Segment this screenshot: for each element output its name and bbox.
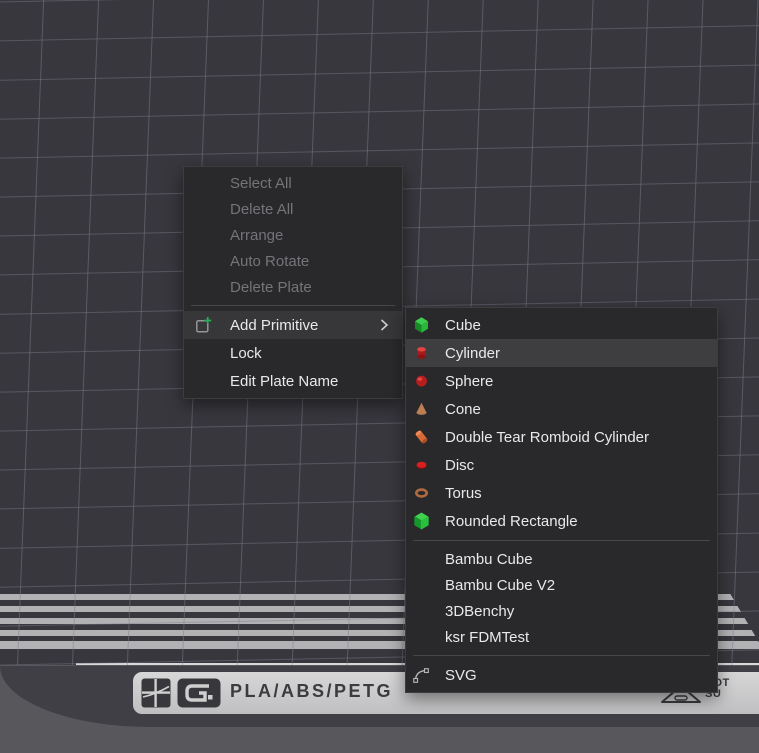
rounded-rectangle-icon bbox=[413, 513, 430, 530]
menu-item-torus[interactable]: Torus bbox=[406, 479, 717, 507]
menu-item-label: Edit Plate Name bbox=[230, 373, 338, 390]
menu-item-double-tear-romboid-cylinder[interactable]: Double Tear Romboid Cylinder bbox=[406, 423, 717, 451]
menu-item-svg[interactable]: SVG bbox=[406, 661, 717, 689]
menu-item-label: SVG bbox=[445, 667, 477, 684]
menu-item-label: Add Primitive bbox=[230, 317, 318, 334]
menu-item-label: ksr FDMTest bbox=[445, 629, 529, 646]
menu-item-cube[interactable]: Cube bbox=[406, 311, 717, 339]
menu-item-label: Delete Plate bbox=[230, 279, 312, 296]
menu-item-label: Bambu Cube V2 bbox=[445, 577, 555, 594]
menu-item-disc[interactable]: Disc bbox=[406, 451, 717, 479]
menu-item-label: Select All bbox=[230, 175, 292, 192]
menu-item-label: Disc bbox=[445, 457, 474, 474]
menu-item-bambu-cube-v2[interactable]: Bambu Cube V2 bbox=[406, 572, 717, 598]
menu-separator bbox=[413, 540, 710, 541]
add-primitive-icon bbox=[195, 316, 213, 334]
menu-item-delete-plate: Delete Plate bbox=[184, 274, 402, 300]
cube-icon bbox=[413, 317, 430, 334]
svg-curve-icon bbox=[413, 667, 430, 684]
menu-item-label: Arrange bbox=[230, 227, 283, 244]
cone-icon bbox=[413, 401, 430, 418]
menu-item-ksr-fdmtest[interactable]: ksr FDMTest bbox=[406, 624, 717, 650]
menu-item-label: 3DBenchy bbox=[445, 603, 514, 620]
disc-icon bbox=[413, 457, 430, 474]
menu-item-cylinder[interactable]: Cylinder bbox=[406, 339, 717, 367]
double-tear-romboid-cylinder-icon bbox=[413, 429, 430, 446]
plate-material-label: PLA/ABS/PETG bbox=[230, 681, 393, 702]
menu-item-label: Delete All bbox=[230, 201, 293, 218]
menu-item-arrange: Arrange bbox=[184, 222, 402, 248]
viewport-3d[interactable]: PLA/ABS/PETG HOT SU Select AllDelete All… bbox=[0, 0, 759, 753]
menu-item-lock[interactable]: Lock bbox=[184, 339, 402, 367]
menu-item-label: Double Tear Romboid Cylinder bbox=[445, 429, 649, 446]
menu-item-label: Auto Rotate bbox=[230, 253, 309, 270]
menu-separator bbox=[191, 305, 395, 306]
menu-item-delete-all: Delete All bbox=[184, 196, 402, 222]
menu-item-edit-plate-name[interactable]: Edit Plate Name bbox=[184, 367, 402, 395]
chevron-right-icon bbox=[380, 319, 389, 332]
menu-item-label: Torus bbox=[445, 485, 482, 502]
menu-item-3dbenchy[interactable]: 3DBenchy bbox=[406, 598, 717, 624]
add-primitive-submenu: Cube Cylinder Sphere Cone Double Tear Romboi… bbox=[405, 307, 718, 693]
menu-item-label: Lock bbox=[230, 345, 262, 362]
menu-item-bambu-cube[interactable]: Bambu Cube bbox=[406, 546, 717, 572]
menu-item-label: Bambu Cube bbox=[445, 551, 533, 568]
menu-item-label: Cone bbox=[445, 401, 481, 418]
menu-item-sphere[interactable]: Sphere bbox=[406, 367, 717, 395]
menu-item-rounded-rectangle[interactable]: Rounded Rectangle bbox=[406, 507, 717, 535]
cylinder-icon bbox=[413, 345, 430, 362]
menu-separator bbox=[413, 655, 710, 656]
menu-item-label: Cube bbox=[445, 317, 481, 334]
menu-item-label: Cylinder bbox=[445, 345, 500, 362]
bambu-windmill-logo-icon bbox=[141, 678, 171, 708]
menu-item-select-all: Select All bbox=[184, 170, 402, 196]
menu-item-auto-rotate: Auto Rotate bbox=[184, 248, 402, 274]
menu-item-add-primitive[interactable]: Add Primitive bbox=[184, 311, 402, 339]
torus-icon bbox=[413, 485, 430, 502]
sphere-icon bbox=[413, 373, 430, 390]
menu-item-cone[interactable]: Cone bbox=[406, 395, 717, 423]
plate-context-menu: Select All Delete All Arrange Auto Rotate De… bbox=[183, 166, 403, 399]
menu-item-label: Rounded Rectangle bbox=[445, 513, 578, 530]
bambu-g-logo-icon bbox=[177, 678, 221, 708]
menu-item-label: Sphere bbox=[445, 373, 493, 390]
